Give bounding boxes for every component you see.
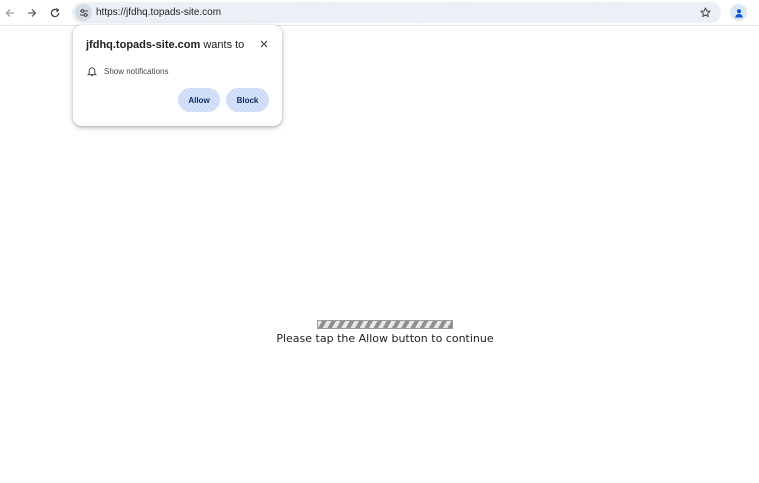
bell-icon [87,66,97,76]
url-text[interactable]: https://jfdhq.topads-site.com [96,5,221,20]
site-info-button[interactable] [75,4,92,21]
prompt-title: jfdhq.topads-site.com wants to [86,39,244,52]
back-button[interactable] [0,3,20,23]
prompt-site-name: jfdhq.topads-site.com [86,39,201,51]
reload-icon [50,8,60,18]
page-message: Please tap the Allow button to continue [276,332,494,345]
bookmark-button[interactable] [697,4,714,21]
profile-button[interactable] [730,4,747,21]
close-prompt-button[interactable] [257,37,271,51]
person-icon [734,8,743,17]
back-arrow-icon [5,9,14,17]
address-bar[interactable]: https://jfdhq.topads-site.com [72,2,721,23]
forward-arrow-icon [28,9,37,17]
reload-button[interactable] [45,3,65,23]
loading-progress-bar [317,320,453,329]
block-button[interactable]: Block [226,88,269,112]
prompt-wants-to: wants to [200,39,245,51]
permission-row: Show notifications [87,65,168,77]
allow-button[interactable]: Allow [178,88,220,112]
close-icon [260,40,268,48]
browser-toolbar: https://jfdhq.topads-site.com [0,0,759,26]
permission-label: Show notifications [104,66,169,76]
forward-button[interactable] [22,3,42,23]
star-icon [700,7,711,18]
tune-icon [79,8,88,17]
notification-permission-prompt: jfdhq.topads-site.com wants to Show noti… [73,25,282,126]
